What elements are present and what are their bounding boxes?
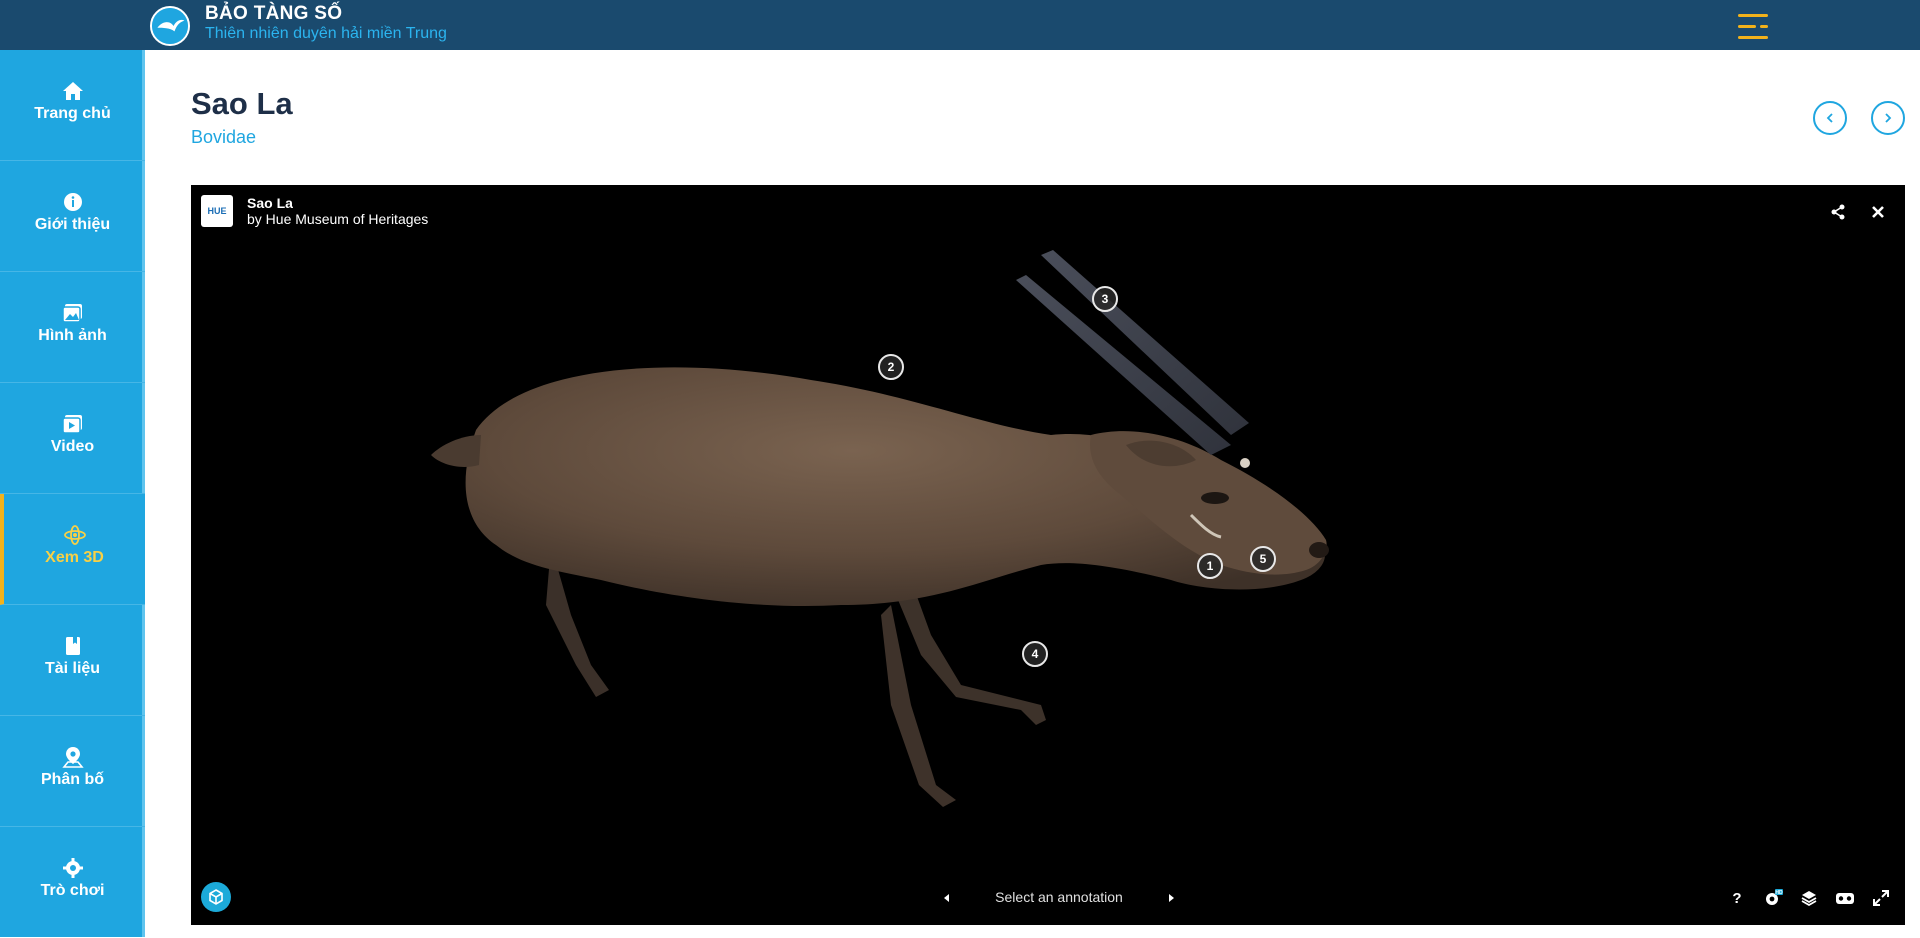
brand-logo[interactable] [150, 6, 190, 46]
info-icon [61, 191, 85, 213]
prev-button[interactable] [1813, 101, 1847, 135]
brand-subtitle: Thiên nhiên duyên hải miền Trung [205, 25, 447, 42]
map-pin-icon [61, 746, 85, 768]
help-icon[interactable]: ? [1727, 888, 1747, 908]
model-title[interactable]: Sao La [247, 195, 293, 211]
game-icon [61, 857, 85, 879]
settings-hd-icon[interactable]: HD [1763, 888, 1783, 908]
sidebar-item-tai-lieu[interactable]: Tài liệu [0, 605, 145, 716]
hd-badge: HD [1775, 890, 1783, 896]
annotation-hotspot[interactable]: 5 [1250, 546, 1276, 572]
chevron-right-icon [1885, 113, 1892, 123]
sidebar: Trang chủ Giới thiệu Hình ảnh Video Xem … [0, 50, 145, 937]
sidebar-item-xem-3d[interactable]: Xem 3D [0, 494, 145, 605]
hue-museum-logo[interactable]: HUE [201, 195, 233, 227]
saola-3d-model[interactable] [191, 185, 1905, 925]
sidebar-item-gioi-thieu[interactable]: Giới thiệu [0, 161, 145, 272]
sidebar-item-tro-choi[interactable]: Trò chơi [0, 827, 145, 938]
share-icon[interactable] [1829, 203, 1847, 221]
sidebar-item-label: Tài liệu [44, 660, 101, 677]
annotation-hotspot[interactable]: 2 [878, 354, 904, 380]
book-icon [61, 635, 85, 657]
next-button[interactable] [1871, 101, 1905, 135]
brand-title: BẢO TÀNG SỐ [205, 3, 343, 24]
sidebar-item-label: Video [50, 438, 95, 455]
sidebar-item-label: Xem 3D [45, 549, 104, 566]
sidebar-item-label: Trò chơi [40, 882, 105, 899]
3d-view-icon [63, 524, 87, 546]
sidebar-item-phan-bo[interactable]: Phân bố [0, 716, 145, 827]
image-icon [61, 302, 85, 324]
close-icon[interactable] [1869, 203, 1887, 221]
sidebar-item-trang-chu[interactable]: Trang chủ [0, 50, 145, 161]
sidebar-item-hinh-anh[interactable]: Hình ảnh [0, 272, 145, 383]
chevron-left-icon [1826, 113, 1833, 123]
page-title: Sao La [191, 86, 293, 121]
annotation-hotspot[interactable]: 4 [1022, 641, 1048, 667]
sketchfab-logo-icon[interactable] [201, 882, 231, 912]
sidebar-item-label: Trang chủ [34, 105, 111, 122]
bird-logo-icon [152, 8, 188, 44]
sidebar-item-label: Hình ảnh [38, 327, 107, 344]
annotation-hotspot[interactable]: 3 [1092, 286, 1118, 312]
annotation-prompt: Select an annotation [995, 889, 1123, 905]
3d-viewer[interactable]: HUE Sao La by Hue Museum of Heritages 1 … [191, 185, 1905, 925]
fullscreen-icon[interactable] [1871, 888, 1891, 908]
sidebar-item-label: Phân bố [40, 771, 105, 788]
next-annotation-icon[interactable] [1163, 891, 1179, 905]
top-header: BẢO TÀNG SỐ Thiên nhiên duyên hải miền T… [0, 0, 1920, 50]
sidebar-item-video[interactable]: Video [0, 383, 145, 494]
home-icon [61, 80, 85, 102]
sidebar-item-label: Giới thiệu [34, 216, 111, 233]
video-icon [61, 413, 85, 435]
layers-icon[interactable] [1799, 888, 1819, 908]
hamburger-menu-icon[interactable] [1738, 12, 1772, 42]
page-subtitle: Bovidae [191, 127, 257, 147]
annotation-navigator: Select an annotation [939, 887, 1179, 909]
annotation-hotspot[interactable]: 1 [1197, 553, 1223, 579]
model-author[interactable]: by Hue Museum of Heritages [247, 211, 428, 227]
vr-icon[interactable] [1835, 888, 1855, 908]
